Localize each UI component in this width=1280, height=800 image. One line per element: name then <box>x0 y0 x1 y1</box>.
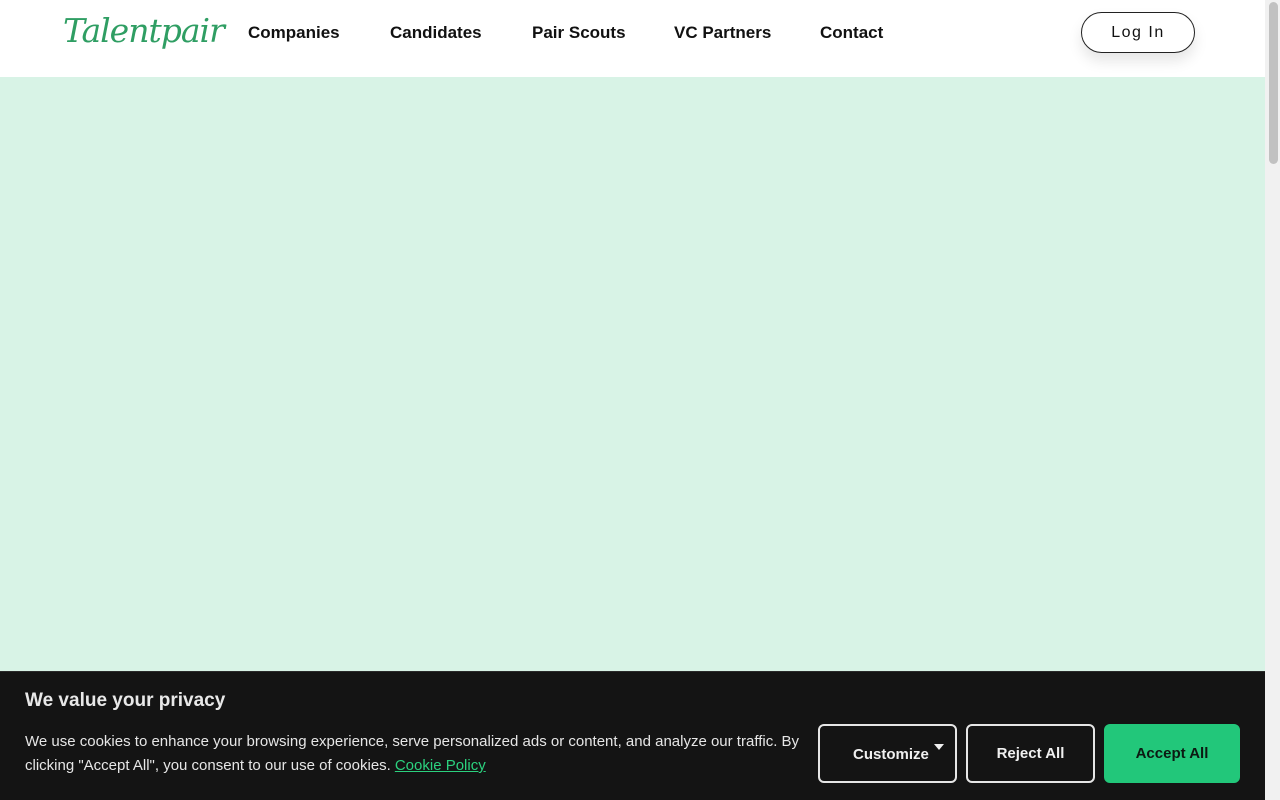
nav-link-candidates[interactable]: Candidates <box>390 22 482 44</box>
nav-link-vc-partners[interactable]: VC Partners <box>674 22 771 44</box>
cookie-banner-title: We value your privacy <box>25 690 226 711</box>
cookie-policy-link[interactable]: Cookie Policy <box>395 757 486 774</box>
caret-down-icon <box>934 744 944 750</box>
browser-viewport: Talentpair Companies Candidates Pair Sco… <box>0 0 1280 800</box>
customize-button[interactable]: Customize <box>818 724 957 783</box>
site-header: Talentpair Companies Candidates Pair Sco… <box>0 0 1265 77</box>
page: Talentpair Companies Candidates Pair Sco… <box>0 0 1265 800</box>
talentpair-logo[interactable]: Talentpair <box>63 11 225 51</box>
nav-link-contact[interactable]: Contact <box>820 22 883 44</box>
customize-button-label: Customize <box>853 746 929 763</box>
cookie-banner-text: We use cookies to enhance your browsing … <box>25 730 815 778</box>
cookie-consent-banner: We value your privacy We use cookies to … <box>0 671 1265 800</box>
reject-all-button[interactable]: Reject All <box>966 724 1095 783</box>
accept-all-button[interactable]: Accept All <box>1104 724 1240 783</box>
scrollbar-thumb[interactable] <box>1269 2 1278 164</box>
nav-link-pair-scouts[interactable]: Pair Scouts <box>532 22 626 44</box>
nav-link-companies[interactable]: Companies <box>248 22 340 44</box>
login-button[interactable]: Log In <box>1081 12 1195 53</box>
